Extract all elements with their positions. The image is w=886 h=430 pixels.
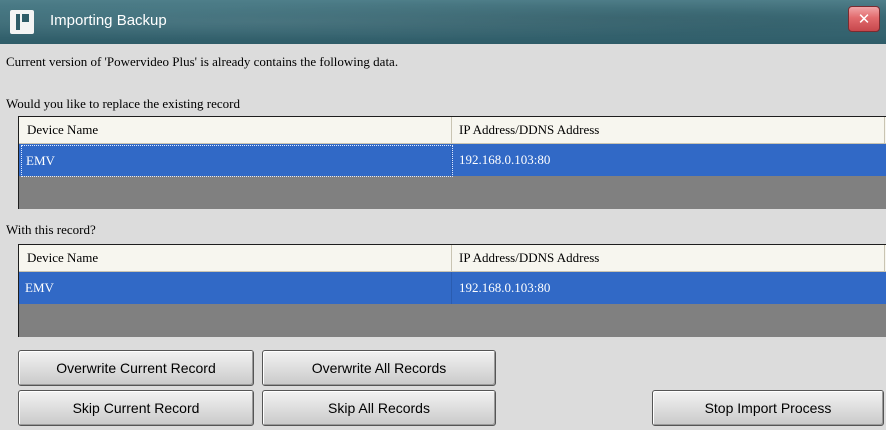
cell-divider (451, 272, 452, 304)
new-record-table[interactable]: Device Name IP Address/DDNS Address EMV … (18, 244, 886, 337)
table-header: Device Name IP Address/DDNS Address (19, 117, 886, 144)
intro-message: Current version of 'Powervideo Plus' is … (6, 54, 399, 69)
app-logo-icon (10, 10, 34, 34)
column-divider[interactable] (884, 117, 885, 143)
table-header: Device Name IP Address/DDNS Address (19, 245, 886, 272)
close-icon: ✕ (857, 9, 871, 28)
device-name-text: EMV (25, 280, 54, 295)
importing-backup-dialog: Importing Backup ✕ Current version of 'P… (0, 0, 886, 430)
column-header-address[interactable]: IP Address/DDNS Address (459, 250, 599, 266)
skip-all-records-button[interactable]: Skip All Records (262, 390, 496, 426)
skip-current-record-button[interactable]: Skip Current Record (18, 390, 254, 426)
close-button[interactable]: ✕ (848, 6, 880, 32)
column-divider[interactable] (451, 245, 452, 271)
overwrite-current-record-button[interactable]: Overwrite Current Record (18, 350, 254, 386)
existing-record-table[interactable]: Device Name IP Address/DDNS Address EMV … (18, 116, 886, 209)
title-bar[interactable]: Importing Backup ✕ (0, 0, 886, 44)
column-header-device-name[interactable]: Device Name (27, 122, 98, 138)
stop-import-process-button[interactable]: Stop Import Process (652, 390, 884, 426)
with-record-question: With this record? (6, 222, 96, 237)
cell-device-name[interactable]: EMV (21, 145, 453, 177)
column-divider[interactable] (451, 117, 452, 143)
window-title: Importing Backup (50, 12, 167, 29)
cell-address[interactable]: 192.168.0.103:80 (459, 152, 550, 168)
table-row-selected[interactable]: EMV 192.168.0.103:80 (19, 272, 886, 304)
column-header-device-name[interactable]: Device Name (27, 250, 98, 266)
dialog-body: Current version of 'Powervideo Plus' is … (0, 44, 886, 430)
device-name-text: EMV (26, 153, 55, 168)
column-header-address[interactable]: IP Address/DDNS Address (459, 122, 599, 138)
cell-address[interactable]: 192.168.0.103:80 (459, 280, 550, 296)
cell-device-name[interactable]: EMV (21, 273, 451, 303)
replace-question: Would you like to replace the existing r… (6, 96, 240, 111)
cell-divider (451, 144, 452, 176)
overwrite-all-records-button[interactable]: Overwrite All Records (262, 350, 496, 386)
table-row-selected[interactable]: EMV 192.168.0.103:80 (19, 144, 886, 177)
column-divider[interactable] (884, 245, 885, 271)
